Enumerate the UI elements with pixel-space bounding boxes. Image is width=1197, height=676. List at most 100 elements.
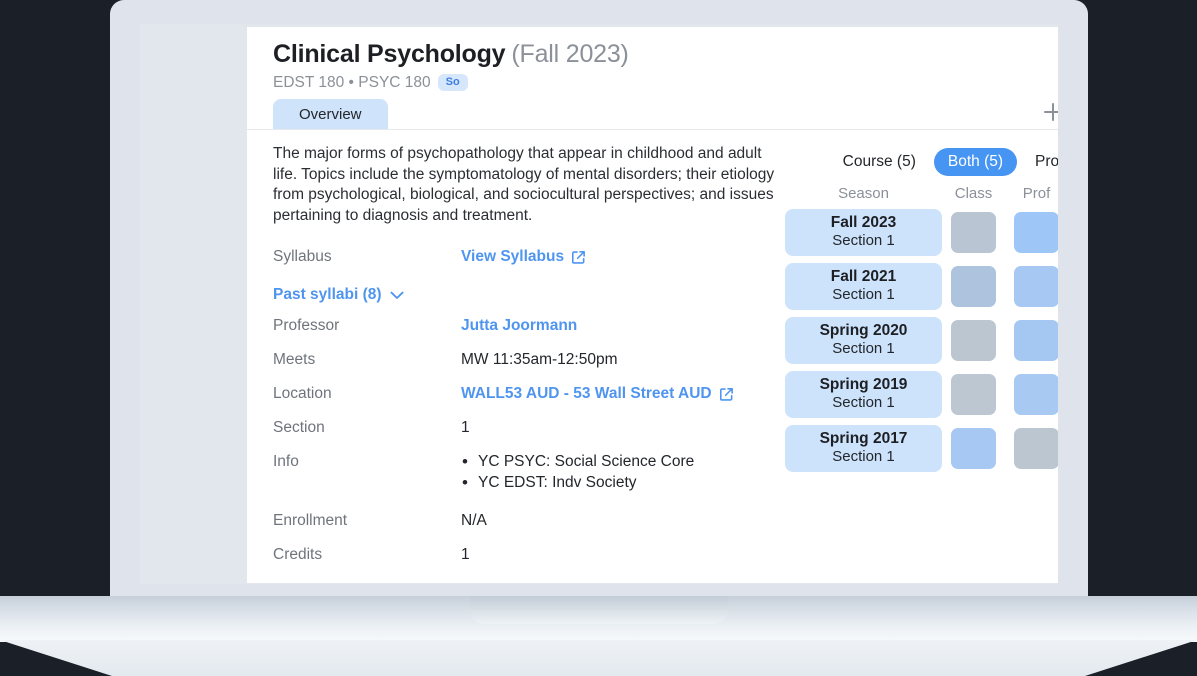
rating-cell-class[interactable] — [942, 373, 1005, 415]
evaluations-table: Season Class Prof Work Fall 2023 Section… — [785, 185, 1058, 472]
season-button[interactable]: Spring 2017 Section 1 — [785, 424, 942, 472]
evaluations-panel: Course (5) Both (5) Prof (62) Season Cla… — [777, 144, 1058, 582]
table-row: Spring 2020 Section 1 — [785, 316, 1058, 364]
location-label: WALL53 AUD - 53 Wall Street AUD — [461, 385, 712, 403]
rating-cell-class[interactable] — [942, 265, 1005, 307]
toggle-course[interactable]: Course (5) — [829, 148, 930, 176]
detail-row-syllabus: Syllabus View Syllabus — [273, 248, 777, 266]
modal-header: Clinical Psychology (Fall 2023) EDST 180 … — [247, 27, 1058, 130]
course-codes-line: EDST 180 • PSYC 180 So — [273, 74, 1058, 92]
rating-swatch — [1014, 373, 1058, 415]
rating-swatch — [951, 427, 996, 469]
table-row: Fall 2021 Section 1 — [785, 262, 1058, 310]
column-header-prof: Prof — [1022, 185, 1051, 202]
rating-swatch — [1014, 211, 1058, 253]
credits-value: 1 — [461, 546, 470, 564]
modal-body: The major forms of psychopathology that … — [247, 130, 1058, 582]
tab-overview[interactable]: Overview — [273, 99, 388, 129]
list-item: YC PSYC: Social Science Core — [461, 452, 694, 472]
season-section: Section 1 — [832, 232, 895, 250]
meets-value: MW 11:35am-12:50pm — [461, 351, 618, 369]
detail-label: Syllabus — [273, 248, 332, 266]
season-name: Fall 2023 — [830, 214, 897, 231]
season-button[interactable]: Spring 2019 Section 1 — [785, 370, 942, 418]
season-section: Section 1 — [832, 448, 895, 466]
detail-label: Professor — [273, 317, 340, 335]
rating-cell-class[interactable] — [942, 319, 1005, 361]
toggle-prof[interactable]: Prof (62) — [1021, 148, 1058, 176]
season-section: Section 1 — [832, 394, 895, 412]
enrollment-value: N/A — [461, 512, 487, 530]
course-description: The major forms of psychopathology that … — [273, 145, 775, 224]
laptop-base — [0, 596, 1197, 642]
rating-swatch — [951, 211, 996, 253]
view-syllabus-link[interactable]: View Syllabus — [461, 248, 586, 266]
column-header-class: Class — [954, 185, 993, 202]
chevron-down-icon — [389, 291, 404, 299]
view-syllabus-label: View Syllabus — [461, 248, 565, 266]
external-link-icon — [719, 387, 733, 401]
professor-link[interactable]: Jutta Joormann — [461, 317, 577, 335]
rating-swatch — [951, 265, 996, 307]
laptop-mockup: Clinical Psychology (Fall 2023) EDST 180 … — [110, 0, 1088, 600]
table-row: Spring 2019 Section 1 — [785, 370, 1058, 418]
rating-cell-class[interactable] — [942, 211, 1005, 253]
season-section: Section 1 — [832, 286, 895, 304]
past-syllabi-label: Past syllabi (8) — [273, 286, 382, 304]
detail-label: Enrollment — [273, 512, 348, 530]
rating-cell-prof[interactable] — [1005, 265, 1058, 307]
course-codes: EDST 180 • PSYC 180 — [273, 73, 431, 91]
table-row: Spring 2017 Section 1 — [785, 424, 1058, 472]
detail-row-info: Info YC PSYC: Social Science Core YC EDS… — [273, 452, 777, 495]
season-name: Spring 2019 — [819, 375, 908, 393]
laptop-foot — [0, 640, 1197, 676]
tab-bar: Overview — [273, 99, 388, 129]
rating-cell-prof[interactable] — [1005, 373, 1058, 415]
rating-swatch — [1014, 427, 1058, 469]
detail-label: Location — [273, 385, 332, 403]
overview-panel: The major forms of psychopathology that … — [247, 144, 777, 582]
table-row: Fall 2023 Section 1 — [785, 209, 1058, 256]
rating-swatch — [951, 319, 996, 361]
rating-cell-prof[interactable] — [1005, 427, 1058, 469]
external-link-icon — [572, 250, 586, 264]
skills-badge[interactable]: So — [437, 73, 468, 92]
detail-row-meets: Meets MW 11:35am-12:50pm — [273, 351, 777, 369]
laptop-screen: Clinical Psychology (Fall 2023) EDST 180 … — [140, 24, 1058, 584]
season-button[interactable]: Fall 2021 Section 1 — [785, 262, 942, 310]
detail-label: Info — [273, 453, 299, 471]
location-link[interactable]: WALL53 AUD - 53 Wall Street AUD — [461, 385, 734, 403]
add-icon — [1044, 102, 1058, 121]
evaluation-source-toggle: Course (5) Both (5) Prof (62) — [785, 148, 1058, 176]
detail-row-location: Location WALL53 AUD - 53 Wall Street AUD — [273, 385, 777, 403]
info-list: YC PSYC: Social Science Core YC EDST: In… — [461, 452, 694, 495]
column-header-season: Season — [838, 185, 889, 202]
detail-row-professor: Professor Jutta Joormann — [273, 317, 777, 335]
add-to-worksheet-button[interactable] — [1042, 101, 1058, 123]
toggle-both[interactable]: Both (5) — [933, 148, 1018, 176]
course-title: Clinical Psychology — [273, 40, 506, 68]
rating-cell-prof[interactable] — [1005, 319, 1058, 361]
course-modal: Clinical Psychology (Fall 2023) EDST 180 … — [247, 27, 1058, 583]
season-button[interactable]: Fall 2023 Section 1 — [785, 209, 942, 256]
page-title: Clinical Psychology (Fall 2023) — [273, 40, 1058, 69]
rating-cell-class[interactable] — [942, 427, 1005, 469]
rating-swatch — [1014, 319, 1058, 361]
detail-label: Meets — [273, 351, 316, 369]
course-term: (Fall 2023) — [511, 40, 629, 68]
table-header-row: Season Class Prof Work — [785, 185, 1058, 202]
detail-label: Section — [273, 419, 325, 437]
laptop-base-notch — [469, 596, 728, 624]
detail-row-credits: Credits 1 — [273, 546, 777, 564]
list-item: YC EDST: Indv Society — [461, 473, 694, 493]
season-button[interactable]: Spring 2020 Section 1 — [785, 316, 942, 364]
past-syllabi-toggle[interactable]: Past syllabi (8) — [273, 286, 404, 304]
rating-swatch — [1014, 265, 1058, 307]
rating-cell-prof[interactable] — [1005, 211, 1058, 253]
header-actions — [1042, 100, 1058, 123]
rating-swatch — [951, 373, 996, 415]
season-section: Section 1 — [832, 340, 895, 358]
detail-row-section: Section 1 — [273, 419, 777, 437]
season-name: Fall 2021 — [830, 267, 897, 285]
season-name: Spring 2020 — [819, 321, 908, 339]
